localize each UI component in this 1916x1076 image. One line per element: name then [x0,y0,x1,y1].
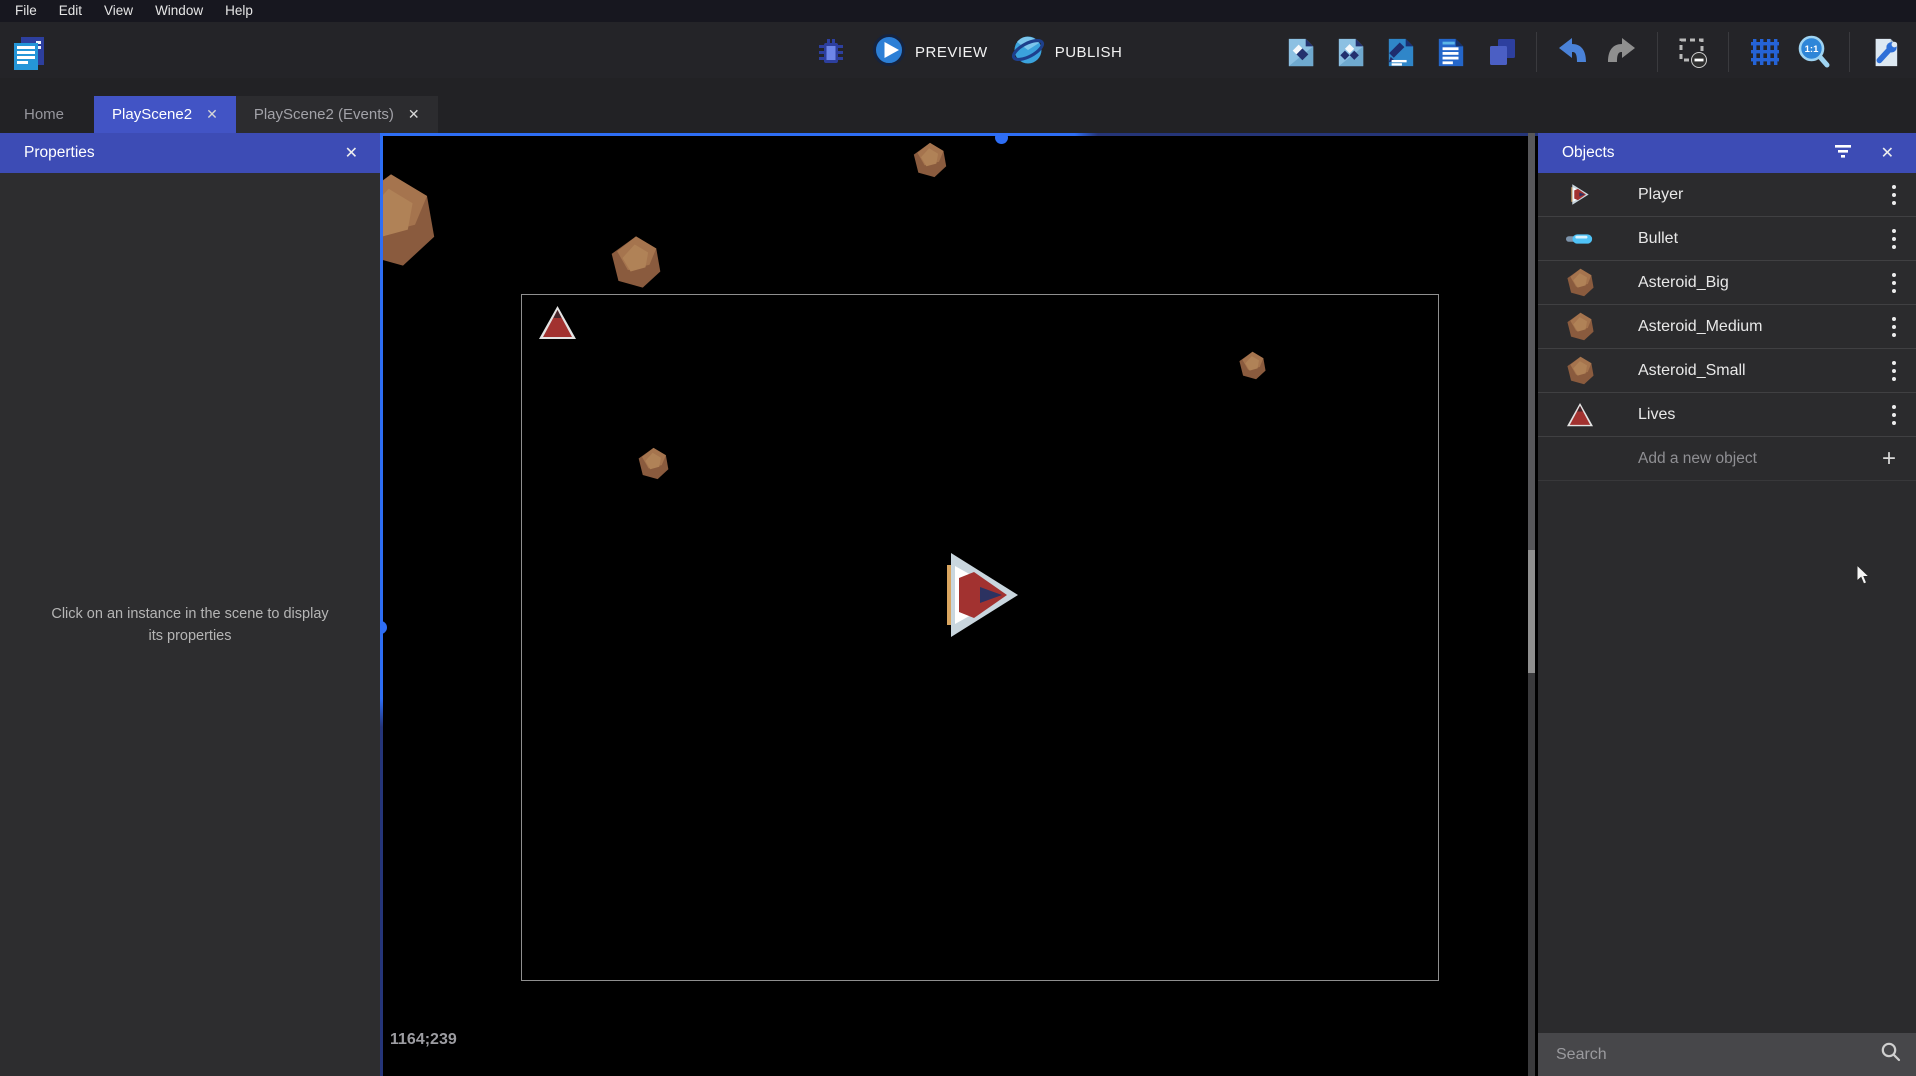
close-icon[interactable]: ✕ [337,139,366,167]
asteroid-instance[interactable] [609,235,663,289]
menu-item-view[interactable]: View [93,0,144,22]
asteroid-instance[interactable] [380,172,439,268]
asteroid-thumbnail-icon [1563,267,1597,299]
svg-text:1:1: 1:1 [1805,44,1819,55]
selection-handle[interactable] [380,621,387,634]
tab-label: PlayScene2 (Events) [254,106,394,123]
object-row-bullet[interactable]: Bullet [1538,217,1916,261]
close-icon[interactable]: ✕ [408,106,420,123]
tab-label: Home [24,106,64,123]
object-menu-dots-icon[interactable] [1886,401,1902,429]
toolbar-separator [1657,32,1658,72]
toolbar-separator [1728,32,1729,72]
object-name: Bullet [1638,230,1886,248]
asteroid-instance[interactable] [637,447,670,480]
project-manager-icon[interactable] [10,35,48,78]
toolbar-separator [1849,32,1850,72]
edit-scene-icon[interactable] [1384,34,1418,70]
search-icon[interactable] [1880,1041,1902,1068]
object-menu-dots-icon[interactable] [1886,269,1902,297]
selection-outline-top [380,133,1538,136]
properties-panel-header: Properties ✕ [0,133,380,173]
menu-item-file[interactable]: File [4,0,48,22]
publish-label: PUBLISH [1055,44,1123,61]
instances-list-icon[interactable] [1484,34,1518,70]
object-menu-dots-icon[interactable] [1886,181,1902,209]
play-icon [872,33,906,72]
canvas-vertical-scrollbar[interactable] [1528,133,1535,1076]
object-row-lives[interactable]: Lives [1538,393,1916,437]
filter-icon[interactable] [1833,142,1853,164]
preview-button[interactable]: PREVIEW [866,31,994,74]
tab-label: PlayScene2 [112,106,192,123]
selection-handle[interactable] [995,133,1008,144]
project-settings-icon[interactable] [1868,34,1902,70]
objects-title: Objects [1562,144,1615,162]
objects-search-bar [1538,1033,1916,1076]
properties-panel: Properties ✕ Click on an instance in the… [0,133,380,1076]
lives-instance[interactable] [539,306,576,340]
objects-list-icon[interactable] [1334,34,1368,70]
bullet-thumbnail-icon [1563,223,1597,255]
debug-icon[interactable] [814,35,848,71]
asteroid-instance[interactable] [912,142,948,178]
search-input[interactable] [1556,1046,1880,1064]
tab-home[interactable]: Home [10,96,78,133]
plus-icon: + [1882,449,1896,469]
redo-icon[interactable] [1605,34,1639,70]
add-object-button[interactable]: Add a new object + [1538,437,1916,481]
scene-properties-icon[interactable] [1284,34,1318,70]
object-menu-dots-icon[interactable] [1886,357,1902,385]
object-row-asteroid_big[interactable]: Asteroid_Big [1538,261,1916,305]
tab-playscene2-events-[interactable]: PlayScene2 (Events) ✕ [236,96,438,133]
add-object-label: Add a new object [1638,450,1882,468]
object-name: Asteroid_Medium [1638,318,1886,336]
clear-selection-icon[interactable] [1676,34,1710,70]
asteroid-thumbnail-icon [1563,355,1597,387]
object-row-asteroid_small[interactable]: Asteroid_Small [1538,349,1916,393]
cursor-coordinates: 1164;239 [390,1031,457,1049]
publish-globe-icon [1010,32,1046,73]
preview-label: PREVIEW [915,44,988,61]
object-name: Player [1638,186,1886,204]
tabbar: Home PlayScene2 ✕ PlayScene2 (Events) ✕ [0,78,1916,133]
object-menu-dots-icon[interactable] [1886,225,1902,253]
object-menu-dots-icon[interactable] [1886,313,1902,341]
menu-item-edit[interactable]: Edit [48,0,93,22]
selection-outline-left [380,133,383,1076]
scrollbar-thumb[interactable] [1528,550,1535,673]
toolbar-separator [1536,32,1537,72]
toolbar-right-icons: 1:1 [1276,32,1910,72]
properties-empty-message: Click on an instance in the scene to dis… [45,603,335,648]
object-name: Asteroid_Big [1638,274,1886,292]
asteroid-thumbnail-icon [1563,311,1597,343]
player-thumbnail-icon [1563,179,1597,211]
undo-icon[interactable] [1555,34,1589,70]
asteroid-instance[interactable] [1238,351,1267,380]
publish-button[interactable]: PUBLISH [1004,30,1129,75]
object-row-player[interactable]: Player [1538,173,1916,217]
objects-panel-header: Objects ✕ [1538,133,1916,173]
player-instance[interactable] [944,552,1021,638]
layers-list-icon[interactable] [1434,34,1468,70]
toolbar: PREVIEW PUBLISH [0,22,1916,78]
tab-playscene2[interactable]: PlayScene2 ✕ [94,96,236,133]
menubar: FileEditViewWindowHelp [0,0,1916,22]
lives-thumbnail-icon [1563,399,1597,431]
objects-panel: Objects ✕ Player Bullet Asteroid_Big Ast… [1538,133,1916,1076]
object-row-asteroid_medium[interactable]: Asteroid_Medium [1538,305,1916,349]
grid-icon[interactable] [1747,34,1781,70]
properties-title: Properties [24,144,95,162]
mouse-cursor [1856,565,1872,592]
scene-canvas[interactable]: 1164;239 [380,133,1538,1076]
gdevelop-window: FileEditViewWindowHelp PREVIEW PUBLISH [0,0,1916,1076]
menu-item-help[interactable]: Help [214,0,264,22]
object-name: Lives [1638,406,1886,424]
zoom-1-1-icon[interactable]: 1:1 [1797,34,1831,70]
object-name: Asteroid_Small [1638,362,1886,380]
menu-item-window[interactable]: Window [144,0,214,22]
close-icon[interactable]: ✕ [206,106,218,123]
close-icon[interactable]: ✕ [1873,139,1902,167]
